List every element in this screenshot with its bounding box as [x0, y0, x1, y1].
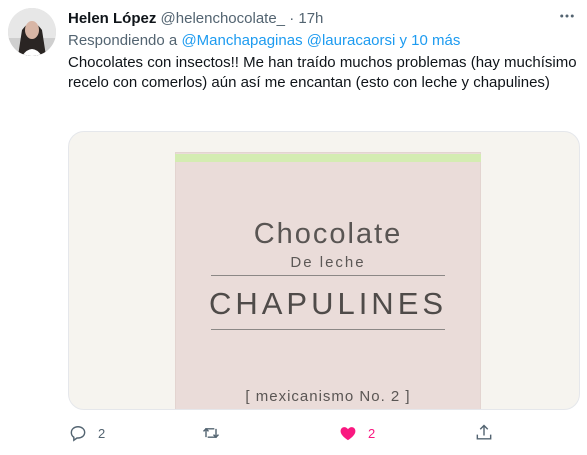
package-line-de-leche: De leche: [290, 254, 366, 271]
package-line-chapulines: CHAPULINES: [208, 286, 448, 321]
avatar[interactable]: [8, 8, 56, 56]
tweet-media[interactable]: Chocolate De leche CHAPULINES [ mexicani…: [68, 131, 580, 410]
replying-to: Respondiendo a @Manchapaginas @lauracaor…: [68, 31, 460, 51]
replying-to-mentions[interactable]: @Manchapaginas @lauracaorsi y 10 más: [181, 32, 460, 49]
tweet-header: Helen López @helenchocolate_ · 17h: [68, 9, 577, 31]
share-button[interactable]: [474, 418, 494, 448]
tweet-actions: 2 2: [68, 418, 578, 448]
chocolate-package: Chocolate De leche CHAPULINES [ mexicani…: [175, 152, 481, 409]
user-handle[interactable]: @helenchocolate_: [161, 10, 285, 27]
retweet-button[interactable]: [201, 418, 231, 448]
package-line-chocolate: Chocolate: [253, 218, 403, 250]
avatar-photo: [8, 8, 56, 56]
more-icon: [560, 14, 574, 18]
package-divider-top: [211, 275, 445, 276]
tweet-text: Chocolates con insectos!! Me han traído …: [68, 53, 578, 93]
tweet-body: Chocolates con insectos!! Me han traído …: [68, 54, 577, 91]
share-icon: [476, 424, 492, 440]
replying-to-label: Respondiendo a: [68, 32, 178, 49]
package-line-series: [ mexicanismo No. 2 ]: [245, 388, 411, 405]
package-divider-bottom: [211, 329, 445, 330]
like-button[interactable]: 2: [338, 418, 375, 448]
like-count: 2: [368, 425, 376, 441]
reply-count: 2: [98, 425, 106, 441]
package-green-band: [175, 154, 481, 162]
heart-icon: [340, 427, 356, 441]
reply-icon: [70, 426, 86, 442]
more-button[interactable]: [553, 6, 581, 26]
reply-button[interactable]: 2: [68, 418, 105, 448]
retweet-icon: [202, 427, 220, 439]
separator-dot: ·: [289, 10, 295, 27]
tweet: Helen López @helenchocolate_ · 17h Respo…: [0, 0, 587, 455]
display-name[interactable]: Helen López: [68, 10, 156, 27]
timestamp[interactable]: 17h: [298, 10, 323, 27]
